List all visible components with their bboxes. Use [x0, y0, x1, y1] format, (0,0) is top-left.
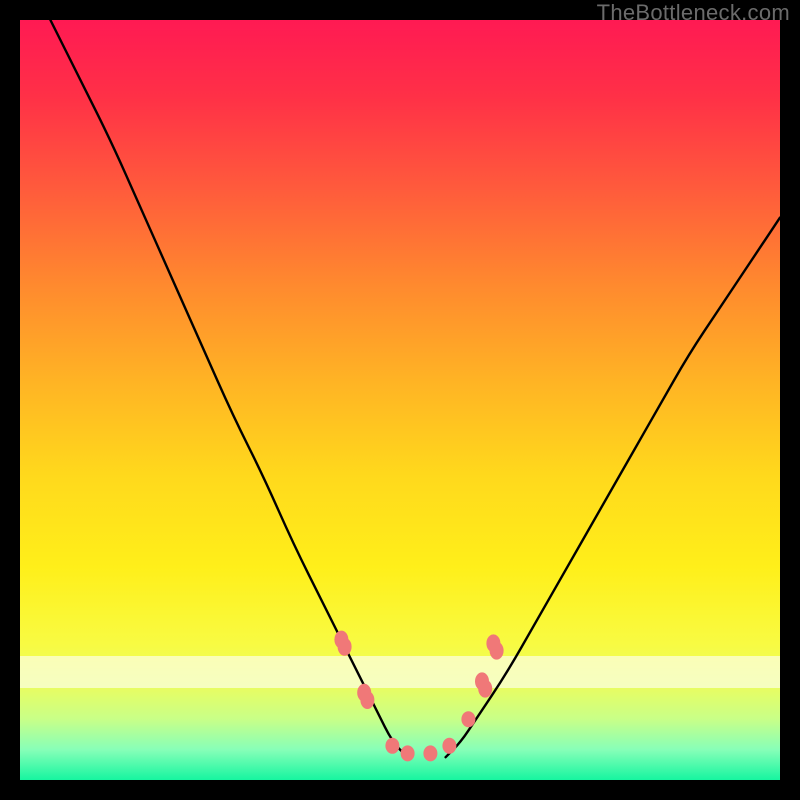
marker-4	[423, 745, 437, 761]
curve-markers	[334, 631, 503, 762]
chart-frame: TheBottleneck.com	[0, 0, 800, 800]
series-left-curve	[50, 20, 407, 757]
curve-lines	[50, 20, 780, 757]
chart-plot-area	[20, 20, 780, 780]
marker-6	[461, 711, 475, 727]
marker-8	[490, 642, 504, 660]
marker-5	[442, 738, 456, 754]
marker-2	[385, 738, 399, 754]
marker-7	[478, 680, 492, 698]
series-right-curve	[446, 218, 780, 758]
marker-1	[360, 691, 374, 709]
marker-0	[338, 638, 352, 656]
chart-svg	[20, 20, 780, 780]
marker-3	[401, 745, 415, 761]
